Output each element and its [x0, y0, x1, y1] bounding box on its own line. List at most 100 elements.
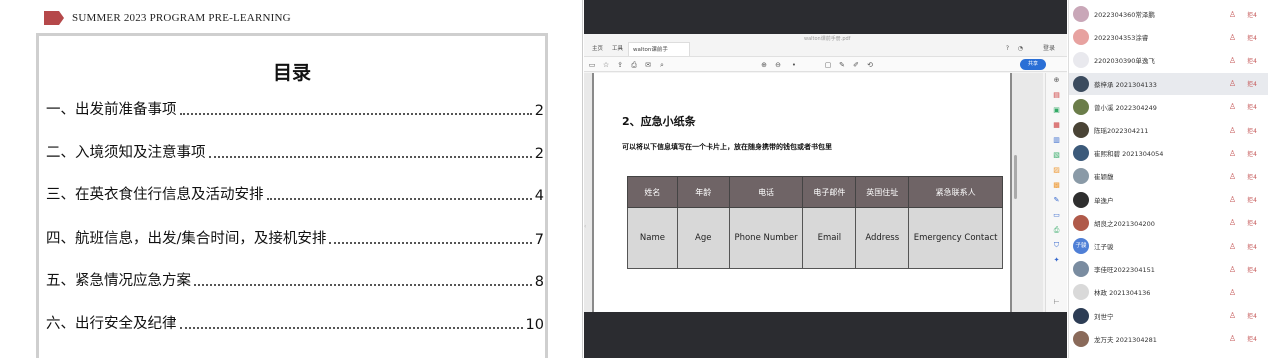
- fill-sign-icon[interactable]: ✎: [1051, 195, 1062, 206]
- participant-name: 2202030390单逸飞: [1094, 57, 1155, 66]
- mic-status-label: 拒4: [1247, 57, 1257, 65]
- page-number-icon[interactable]: •: [788, 59, 800, 71]
- help-icon[interactable]: ?: [1006, 42, 1009, 56]
- participant-row[interactable]: 龙万夫 2021304281 ♙ 拒4: [1069, 328, 1268, 350]
- mic-muted-icon[interactable]: ♙: [1229, 149, 1236, 158]
- table-row: Name Age Phone Number Email Address Emer…: [627, 207, 1003, 269]
- mic-status-label: 拒4: [1247, 150, 1257, 158]
- participant-name: 单逸户: [1094, 196, 1114, 205]
- mic-muted-icon[interactable]: ♙: [1229, 242, 1236, 251]
- pen-icon[interactable]: ✎: [836, 59, 848, 71]
- upload-icon[interactable]: ⇪: [614, 59, 626, 71]
- avatar: [1073, 214, 1089, 231]
- page-down-icon[interactable]: ⊖: [772, 59, 784, 71]
- comment-tool-icon[interactable]: ▩: [1051, 180, 1062, 191]
- toc-leader-dots: [179, 113, 532, 115]
- share-button[interactable]: 共享: [1020, 59, 1046, 70]
- mic-status-label: 拒4: [1247, 11, 1257, 19]
- more-tools-icon[interactable]: ✦: [1051, 255, 1062, 266]
- toc-leader-dots: [179, 327, 523, 329]
- table-header-cell: 年龄: [676, 176, 730, 208]
- tab-tools[interactable]: 工具: [608, 42, 627, 56]
- mic-muted-icon[interactable]: ♙: [1229, 79, 1236, 88]
- mic-muted-icon[interactable]: ♙: [1229, 334, 1236, 343]
- toc-leader-dots: [329, 242, 532, 244]
- mic-muted-icon[interactable]: ♙: [1229, 311, 1236, 320]
- mic-muted-icon[interactable]: ♙: [1229, 33, 1236, 42]
- export-pdf-icon[interactable]: ▤: [1051, 90, 1062, 101]
- participant-name: 李佳旺2022304151: [1094, 266, 1155, 275]
- mic-muted-icon[interactable]: ♙: [1229, 172, 1236, 181]
- sign-icon[interactable]: ⟲: [864, 59, 876, 71]
- participant-row[interactable]: 崔熙和碧 2021304054 ♙ 拒4: [1069, 142, 1268, 164]
- flag-icon: [44, 11, 64, 25]
- toc-item-page: 4: [534, 188, 544, 204]
- tab-bar: 主页 工具 walton课前手册...× ? ◔ 登录: [584, 42, 1067, 67]
- print-icon[interactable]: ⎙: [628, 59, 640, 71]
- mic-muted-icon[interactable]: ♙: [1229, 265, 1236, 274]
- participant-name: 2022304353涂睿: [1094, 34, 1149, 43]
- comment-icon[interactable]: ▢: [822, 59, 834, 71]
- participant-row[interactable]: 崔颖馥 ♙ 拒4: [1069, 165, 1268, 187]
- collapse-rail-icon[interactable]: ⊢: [1051, 297, 1062, 308]
- table-cell: Address: [855, 207, 910, 269]
- participant-row[interactable]: 单逸户 ♙ 拒4: [1069, 189, 1268, 211]
- participant-row[interactable]: 2022304360常泽鹏 ♙ 拒4: [1069, 3, 1268, 25]
- mic-status-label: 拒4: [1247, 313, 1257, 321]
- avatar: [1073, 75, 1089, 92]
- edit-pdf-icon[interactable]: ▦: [1051, 120, 1062, 131]
- participant-row[interactable]: 2022304353涂睿 ♙ 拒4: [1069, 26, 1268, 48]
- screen: SUMMER 2023 PROGRAM PRE-LEARNING 目录 一、出发…: [0, 0, 1268, 358]
- participant-row[interactable]: 胡良之2021304200 ♙ 拒4: [1069, 212, 1268, 234]
- participant-row[interactable]: 林政 2021304136 ♙: [1069, 281, 1268, 303]
- participant-row[interactable]: 刘世宁 ♙ 拒4: [1069, 305, 1268, 327]
- save-icon[interactable]: ▭: [586, 59, 598, 71]
- bell-icon[interactable]: ◔: [1018, 42, 1023, 56]
- tab-document[interactable]: walton课前手册...×: [628, 42, 690, 67]
- mic-status-label: 拒4: [1247, 336, 1257, 344]
- mic-muted-icon[interactable]: ♙: [1229, 126, 1236, 135]
- toc-item: 六、出行安全及纪律 10: [46, 313, 544, 333]
- participant-row[interactable]: 陈瑶2022304211 ♙ 拒4: [1069, 119, 1268, 141]
- mic-muted-icon[interactable]: ♙: [1229, 195, 1236, 204]
- organize-icon[interactable]: ▥: [1051, 135, 1062, 146]
- participant-row[interactable]: 子骏 江子骏 ♙ 拒4: [1069, 235, 1268, 257]
- print-tool-icon[interactable]: ⎙: [1051, 225, 1062, 236]
- mic-muted-icon[interactable]: ♙: [1229, 10, 1236, 19]
- avatar: [1073, 168, 1089, 185]
- star-icon[interactable]: ☆: [600, 59, 612, 71]
- toc-item: 四、航班信息，出发/集合时间，及接机安排 7: [46, 228, 544, 248]
- toc-item: 三、在英衣食住行信息及活动安排 4: [46, 184, 544, 204]
- pdf-app-window: walton课前手册.pdf 主页 工具 walton课前手册...× ? ◔ …: [584, 34, 1067, 312]
- mic-muted-icon[interactable]: ♙: [1229, 218, 1236, 227]
- scrollbar[interactable]: [1014, 155, 1017, 199]
- page-up-icon[interactable]: ⊕: [758, 59, 770, 71]
- export-icon[interactable]: ▨: [1051, 165, 1062, 176]
- tab-home[interactable]: 主页: [588, 42, 607, 56]
- toc-item-page: 8: [534, 274, 544, 290]
- participant-name: 龙万夫 2021304281: [1094, 335, 1157, 344]
- mic-muted-icon[interactable]: ♙: [1229, 56, 1236, 65]
- shared-screen-pdf-viewer: walton课前手册.pdf 主页 工具 walton课前手册...× ? ◔ …: [584, 0, 1067, 358]
- avatar: 子骏: [1073, 238, 1089, 254]
- participant-row[interactable]: 曾小溪 2022304249 ♙ 拒4: [1069, 96, 1268, 118]
- login-button[interactable]: 登录: [1043, 42, 1055, 56]
- participant-row[interactable]: 李佳旺2022304151 ♙ 拒4: [1069, 258, 1268, 280]
- send-icon[interactable]: ▭: [1051, 210, 1062, 221]
- participant-row[interactable]: 蔡梓承 2021304133 ♙ 拒4: [1069, 72, 1268, 95]
- toc-item-page: 10: [525, 317, 544, 333]
- participant-name: 崔熙和碧 2021304054: [1094, 150, 1164, 159]
- mail-icon[interactable]: ✉: [642, 59, 654, 71]
- highlight-icon[interactable]: ✐: [850, 59, 862, 71]
- zoom-icon[interactable]: ⌕: [656, 59, 668, 71]
- mic-muted-icon[interactable]: ♙: [1229, 288, 1236, 297]
- collapse-handle-icon[interactable]: ‹: [584, 223, 588, 230]
- scan-icon[interactable]: ▧: [1051, 150, 1062, 161]
- participant-row[interactable]: 2202030390单逸飞 ♙ 拒4: [1069, 49, 1268, 71]
- mic-muted-icon[interactable]: ♙: [1229, 102, 1236, 111]
- toc-item-label: 二、入境须知及注意事项: [46, 145, 206, 161]
- create-pdf-icon[interactable]: ▣: [1051, 105, 1062, 116]
- zoom-in-icon[interactable]: ⊕: [1051, 75, 1062, 86]
- toc-item-label: 一、出发前准备事项: [46, 102, 177, 118]
- protect-icon[interactable]: ⛉: [1051, 240, 1062, 251]
